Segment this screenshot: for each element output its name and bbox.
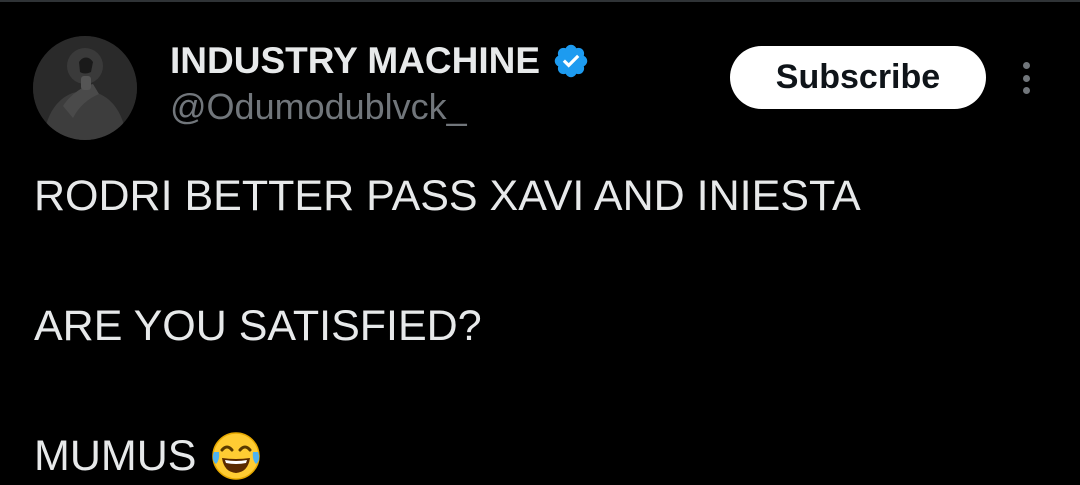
author-handle[interactable]: @Odumodublvck_ [170,86,467,128]
profile-avatar[interactable] [33,36,137,140]
top-divider [0,0,1080,2]
more-dot [1022,62,1030,69]
tweet-text-line: ARE YOU SATISFIED? [34,302,482,350]
tweet-text-mumus: MUMUS [34,431,197,480]
more-dot [1022,87,1030,94]
verified-badge-icon [552,42,590,80]
tweet-text-line: RODRI BETTER PASS XAVI AND INIESTA [34,172,861,220]
author-display-name[interactable]: INDUSTRY MACHINE [170,40,540,82]
more-dot [1022,74,1030,82]
more-vertical-icon[interactable] [1010,58,1042,98]
subscribe-button[interactable]: Subscribe [730,46,986,109]
face-with-tears-of-joy-icon [210,430,262,482]
tweet-text-line-last: MUMUS [34,430,262,482]
author-name-row: INDUSTRY MACHINE [170,38,590,84]
